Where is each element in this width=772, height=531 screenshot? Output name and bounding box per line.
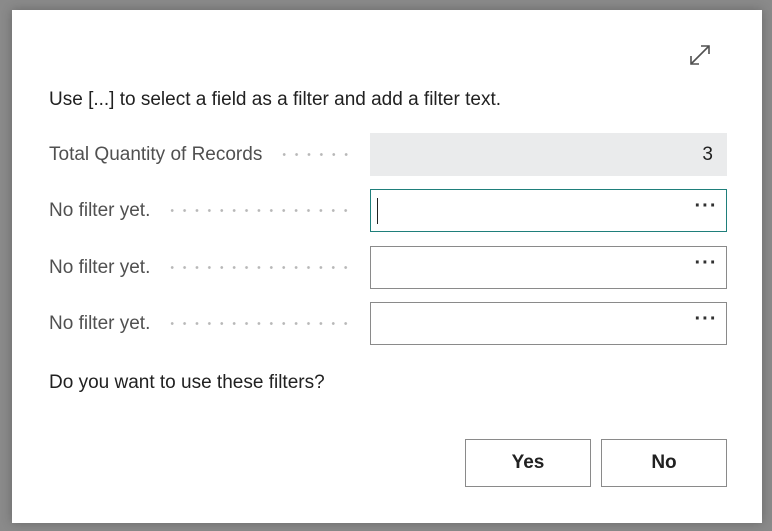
filter-dialog: Use [...] to select a field as a filter … [12, 10, 762, 523]
no-button[interactable]: No [601, 439, 727, 487]
filter-field-1: ··· [370, 189, 727, 232]
text-caret [377, 198, 378, 224]
lookup-button-1[interactable]: ··· [686, 190, 726, 231]
instruction-text: Use [...] to select a field as a filter … [49, 89, 502, 110]
total-records-row: Total Quantity of Records 3 [49, 133, 727, 176]
expand-icon[interactable] [687, 42, 713, 68]
filter-label-1: No filter yet. [49, 199, 151, 221]
total-records-label: Total Quantity of Records [49, 143, 263, 165]
filter-label-2: No filter yet. [49, 256, 151, 278]
filter-input-1[interactable] [371, 190, 686, 231]
leader-dots [166, 322, 353, 325]
leader-dots [166, 266, 353, 269]
filter-field-2: ··· [370, 246, 727, 289]
confirm-question: Do you want to use these filters? [49, 372, 325, 393]
leader-dots [166, 209, 353, 212]
filter-label-3: No filter yet. [49, 312, 151, 334]
filter-field-3: ··· [370, 302, 727, 345]
total-records-value: 3 [370, 133, 727, 176]
lookup-button-2[interactable]: ··· [686, 247, 726, 288]
leader-dots [278, 153, 353, 156]
filter-row-3: No filter yet. ··· [49, 302, 727, 345]
yes-button[interactable]: Yes [465, 439, 591, 487]
lookup-button-3[interactable]: ··· [686, 303, 726, 344]
filter-input-2[interactable] [371, 247, 686, 288]
filter-input-3[interactable] [371, 303, 686, 344]
filter-row-1: No filter yet. ··· [49, 189, 727, 232]
filter-row-2: No filter yet. ··· [49, 246, 727, 289]
